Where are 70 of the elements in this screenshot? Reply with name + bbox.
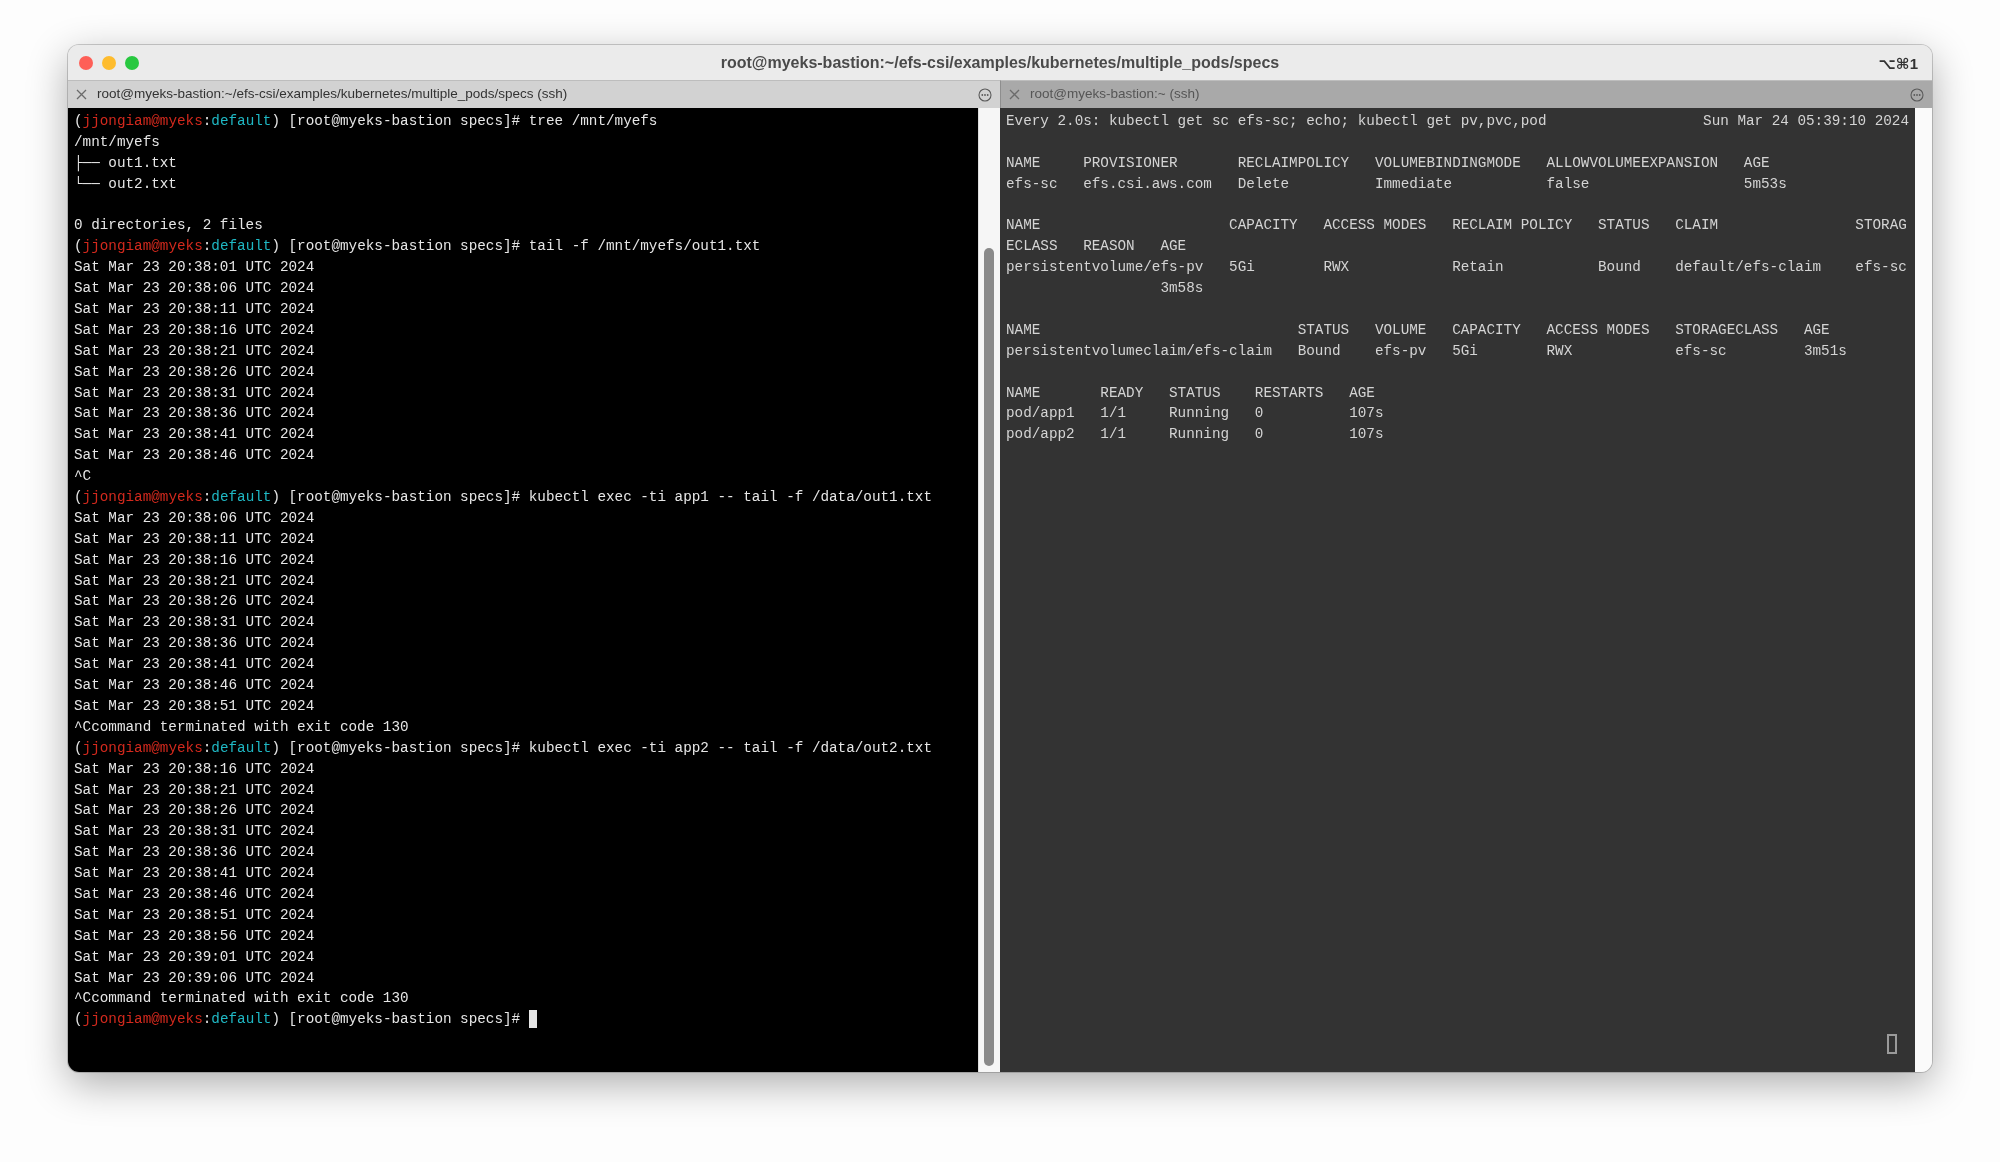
output-line: persistentvolume/efs-pv 5Gi RWX Retain Bound default/efs-claim efs-sc bbox=[1006, 258, 1907, 278]
output-line: Sat Mar 23 20:38:26 UTC 2024 bbox=[74, 592, 315, 612]
output-line: Sat Mar 23 20:38:41 UTC 2024 bbox=[74, 655, 315, 675]
output-line: Sat Mar 23 20:38:21 UTC 2024 bbox=[74, 780, 315, 800]
terminal-tab[interactable]: root@myeks-bastion:~/efs-csi/examples/kubernetes/multiple_pods/specs (ssh) bbox=[68, 80, 1000, 108]
output-line: persistentvolumeclaim/efs-claim Bound efs-pv 5Gi RWX efs-sc 3m51s bbox=[1006, 341, 1847, 361]
output-line: Sat Mar 23 20:38:21 UTC 2024 bbox=[74, 341, 315, 361]
timestamp: Sun Mar 24 05:39:10 2024 bbox=[1703, 112, 1909, 131]
output-line: Sat Mar 23 20:38:46 UTC 2024 bbox=[74, 884, 315, 904]
output-line: ^Ccommand terminated with exit code 130 bbox=[74, 989, 409, 1009]
output-line: NAME PROVISIONER RECLAIMPOLICY VOLUMEBINDINGMODE ALLOWVOLUMEEXPANSION AGE bbox=[1006, 153, 1770, 173]
output-line: Sat Mar 23 20:38:36 UTC 2024 bbox=[74, 843, 315, 863]
output-line: Sat Mar 23 20:38:16 UTC 2024 bbox=[74, 759, 315, 779]
output-line: ├── out1.txt bbox=[74, 153, 177, 174]
output-line: Sat Mar 23 20:38:11 UTC 2024 bbox=[74, 529, 315, 549]
output-line: pod/app1 1/1 Running 0 107s bbox=[1006, 404, 1384, 424]
output-line: pod/app2 1/1 Running 0 107s bbox=[1006, 425, 1384, 445]
output-line: Sat Mar 23 20:38:51 UTC 2024 bbox=[74, 696, 315, 716]
output-line: Sat Mar 23 20:38:46 UTC 2024 bbox=[74, 446, 315, 466]
prompt-line: (jjongiam@myeks:default) [root@myeks-bastion specs]# bbox=[74, 1010, 522, 1030]
more-options-icon[interactable] bbox=[1910, 87, 1924, 102]
prompt-line: (jjongiam@myeks:default) [root@myeks-bastion specs]# tail -f /mnt/myefs/out1.txt bbox=[74, 237, 761, 257]
output-line: 0 directories, 2 files bbox=[74, 216, 263, 236]
output-line: ^C bbox=[74, 467, 92, 487]
output-line: NAME READY STATUS RESTARTS AGE bbox=[1006, 383, 1375, 403]
output-line: efs-sc efs.csi.aws.com Delete Immediate false 5m53s bbox=[1006, 174, 1787, 194]
output-line: Sat Mar 23 20:38:36 UTC 2024 bbox=[74, 404, 315, 424]
output-line: ^Ccommand terminated with exit code 130 bbox=[74, 717, 409, 737]
output-line: Sat Mar 23 20:38:01 UTC 2024 bbox=[74, 258, 315, 278]
scrollbar[interactable] bbox=[978, 108, 1000, 1072]
output-line: Sat Mar 23 20:38:31 UTC 2024 bbox=[74, 613, 315, 633]
terminal-pane[interactable] bbox=[68, 108, 978, 1072]
output-line: Sat Mar 23 20:39:01 UTC 2024 bbox=[74, 947, 315, 967]
output-line: Sat Mar 23 20:38:41 UTC 2024 bbox=[74, 864, 315, 884]
prompt-line: (jjongiam@myeks:default) [root@myeks-bastion specs]# kubectl exec -ti app2 -- tail -f /data/out2.txt bbox=[74, 738, 932, 758]
scrollbar-thumb[interactable] bbox=[984, 248, 994, 1066]
output-line: ECLASS REASON AGE bbox=[1006, 237, 1187, 257]
prompt-line: (jjongiam@myeks:default) [root@myeks-bastion specs]# tree /mnt/myefs bbox=[74, 112, 658, 131]
output-line: Sat Mar 23 20:38:06 UTC 2024 bbox=[74, 508, 315, 528]
close-button[interactable] bbox=[79, 56, 93, 70]
output-line: Sat Mar 23 20:38:51 UTC 2024 bbox=[74, 905, 315, 925]
output-line: Sat Mar 23 20:38:06 UTC 2024 bbox=[74, 279, 315, 299]
zoom-button[interactable] bbox=[125, 56, 139, 70]
minimize-button[interactable] bbox=[102, 56, 116, 70]
more-options-icon[interactable] bbox=[978, 87, 992, 102]
shortcut-label: ⌥⌘1 bbox=[1878, 54, 1918, 74]
output-line: Sat Mar 23 20:38:11 UTC 2024 bbox=[74, 300, 315, 319]
output-line: Sat Mar 23 20:38:26 UTC 2024 bbox=[74, 362, 315, 382]
output-line: 3m58s bbox=[1159, 279, 1204, 299]
output-line: NAME CAPACITY ACCESS MODES RECLAIM POLICY STATUS CLAIM STORAG bbox=[1006, 216, 1907, 236]
output-line: Sat Mar 23 20:38:31 UTC 2024 bbox=[74, 383, 315, 403]
output-line: Sat Mar 23 20:38:56 UTC 2024 bbox=[74, 926, 315, 946]
output-line: Sat Mar 23 20:38:41 UTC 2024 bbox=[74, 425, 315, 445]
output-line: Sat Mar 23 20:38:21 UTC 2024 bbox=[74, 571, 315, 591]
output-line: Sat Mar 23 20:38:26 UTC 2024 bbox=[74, 801, 315, 821]
output-line: Sat Mar 23 20:38:16 UTC 2024 bbox=[74, 550, 315, 570]
output-line: Sat Mar 23 20:38:46 UTC 2024 bbox=[74, 676, 315, 696]
output-line: Sat Mar 23 20:39:06 UTC 2024 bbox=[74, 968, 315, 988]
output-line: Sat Mar 23 20:38:31 UTC 2024 bbox=[74, 822, 315, 842]
close-icon[interactable] bbox=[76, 89, 87, 100]
output-line: /mnt/myefs bbox=[74, 132, 160, 152]
output-line: └── out2.txt bbox=[74, 174, 177, 194]
output-line: Sat Mar 23 20:38:16 UTC 2024 bbox=[74, 320, 315, 340]
window-title: root@myeks-bastion:~/efs-csi/examples/kubernetes/multiple_pods/specs bbox=[720, 52, 1280, 73]
prompt-line: (jjongiam@myeks:default) [root@myeks-bastion specs]# kubectl exec -ti app1 -- tail -f /data/out1.txt bbox=[74, 488, 932, 508]
scrollbar[interactable] bbox=[1915, 108, 1932, 1072]
watch-command: Every 2.0s: kubectl get sc efs-sc; echo; kubectl get pv,pvc,pod bbox=[1006, 112, 1547, 131]
close-icon[interactable] bbox=[1009, 89, 1020, 100]
output-line: NAME STATUS VOLUME CAPACITY ACCESS MODES STORAGECLASS AGE bbox=[1006, 320, 1830, 340]
output-line: Sat Mar 23 20:38:36 UTC 2024 bbox=[74, 634, 315, 654]
